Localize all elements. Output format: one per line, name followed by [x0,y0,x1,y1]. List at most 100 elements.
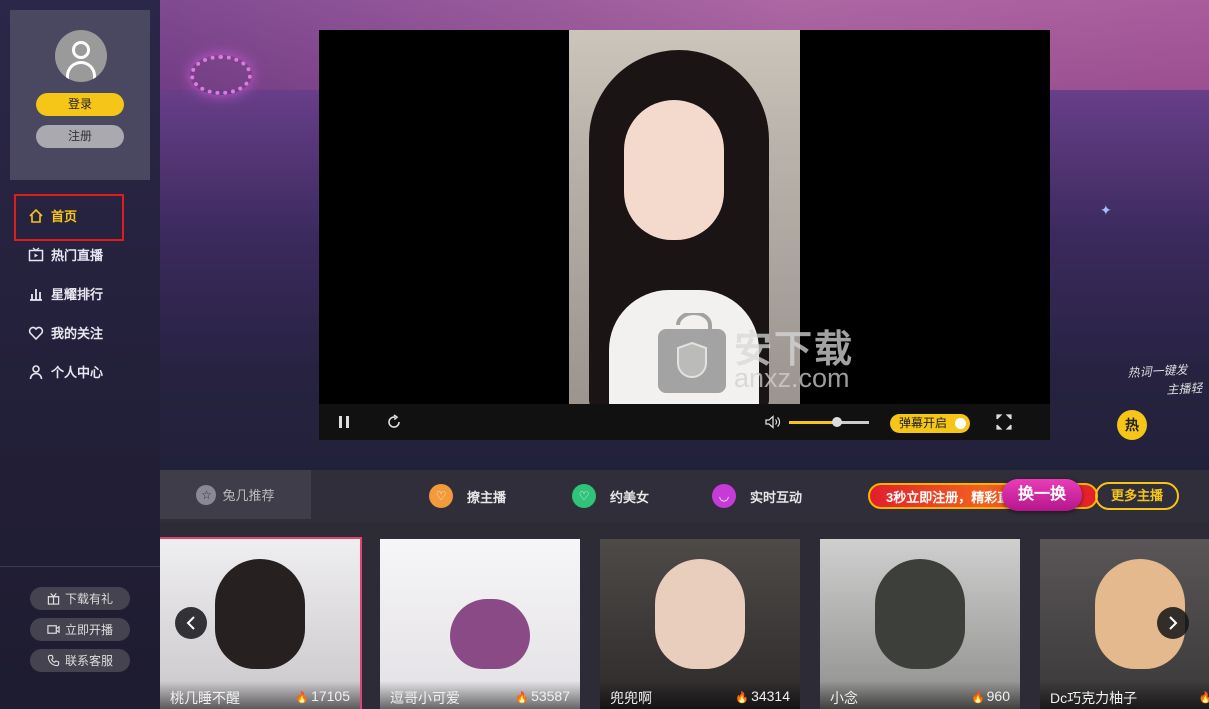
streamer-name: 兜兜啊 [610,690,652,706]
fire-icon: 🔥 [735,692,750,704]
sidebar-item-home[interactable]: 首页 [0,196,160,235]
shuffle-button[interactable]: 换一换 [1002,479,1082,511]
user-icon [29,364,43,379]
streamer-name: 逗哥小可爱 [390,690,460,706]
danmu-toggle[interactable]: 弹幕开启 [890,414,970,433]
pause-icon[interactable] [337,415,351,429]
avatar-head-shape [72,41,90,59]
card-caption: 小念 🔥 960 [820,681,1020,709]
viewer-count: 🔥 17105 [295,688,350,704]
sidebar-item-label: 热门直播 [51,248,104,263]
sidebar-item-label: 首页 [51,209,78,224]
streamer-name: 桃几睡不醒 [170,690,240,706]
watermark: 安下载 anxz.com [656,311,876,393]
streamer-name: Dc巧克力柚子 [1050,690,1138,706]
hero-banner: ✦ 弹幕开启 安下载 anxz.com 热词一键发 主播轻 热 [160,0,1209,470]
sidebar-item-label: 个人中心 [51,365,104,380]
category-interact[interactable]: ◡ 实时互动 [712,484,802,508]
card-caption: Dc巧克力柚子 🔥12 [1040,681,1209,709]
hot-note-line2: 主播轻 [1166,381,1203,397]
viewer-count-value: 17105 [311,688,350,704]
card-figure [655,559,745,669]
watermark-domain: anxz.com [734,363,850,393]
card-figure [875,559,965,669]
fire-icon: 🔥 [970,692,985,704]
home-icon [29,208,43,223]
avatar[interactable] [55,30,107,82]
chevron-left-icon [186,616,195,630]
sidebar-bottom: 下载有礼 立即开播 联系客服 [0,566,160,680]
decorative-ring [190,55,252,95]
star-icon: ☆ [196,484,217,505]
login-button[interactable]: 登录 [36,93,124,116]
next-arrow-button[interactable] [1157,607,1189,639]
phone-icon [47,654,60,667]
download-gift-label: 下载有礼 [64,592,113,606]
fire-icon: 🔥 [1198,692,1209,704]
card-caption: 逗哥小可爱 🔥 53587 [380,681,580,709]
sidebar-item-hot-live[interactable]: 热门直播 [0,235,160,274]
viewer-count-value: 53587 [531,688,570,704]
tab-recommend-label: 兔几推荐 [222,488,275,503]
contact-service-button[interactable]: 联系客服 [30,649,130,672]
start-live-label: 立即开播 [64,623,113,637]
streamer-card[interactable]: 逗哥小可爱 🔥 53587 [380,539,580,709]
fire-icon: 🔥 [295,692,310,704]
sidebar-item-label: 星耀排行 [51,287,104,302]
start-live-button[interactable]: 立即开播 [30,618,130,641]
sidebar-item-label: 我的关注 [51,326,104,341]
viewer-count: 🔥 960 [971,688,1010,704]
avatar-body-shape [66,61,96,82]
streamer-card[interactable]: 小念 🔥 960 [820,539,1020,709]
more-streamers-button[interactable]: 更多主播 [1095,482,1179,510]
volume-level [789,421,837,424]
category-flirt-label: 撩主播 [467,489,507,505]
sidebar-item-ranking[interactable]: 星耀排行 [0,274,160,313]
volume-slider[interactable] [789,417,869,427]
bar-chart-icon [30,288,42,301]
viewer-count-value: 34314 [751,688,790,704]
card-caption: 桃几睡不醒 🔥 17105 [160,681,360,709]
streamer-name: 小念 [830,690,858,706]
category-bar: ☆ 兔几推荐 ♡ 撩主播 ♡ 约美女 ◡ 实时互动 3秒立即注册，精彩直播不停 … [160,470,1209,522]
contact-service-label: 联系客服 [64,654,113,668]
user-panel: 登录 注册 [10,10,150,180]
download-gift-button[interactable]: 下载有礼 [30,587,130,610]
tab-recommend[interactable]: ☆ 兔几推荐 [160,470,311,519]
fullscreen-icon[interactable] [996,414,1012,430]
category-date-label: 约美女 [610,489,650,505]
hot-words-hint: 热词一键发 主播轻 [1127,360,1203,402]
sidebar: 登录 注册 首页 热门直播 星耀排行 我的关注 个人中心 下载有礼 立即开播 联… [0,0,160,709]
register-button[interactable]: 注册 [36,125,124,148]
chat-heart-icon: ♡ [429,484,453,508]
sidebar-nav: 首页 热门直播 星耀排行 我的关注 个人中心 [0,196,160,391]
sidebar-item-follow[interactable]: 我的关注 [0,313,160,352]
sidebar-item-profile[interactable]: 个人中心 [0,352,160,391]
viewer-count: 🔥 34314 [735,688,790,704]
heart-bubble-icon: ♡ [572,484,596,508]
volume-knob[interactable] [832,417,842,427]
viewer-count: 🔥 53587 [515,688,570,704]
tv-icon [28,247,44,261]
viewer-count-value: 960 [986,688,1010,704]
gift-icon [47,593,60,605]
chevron-right-icon [1169,616,1178,630]
toggle-knob [955,418,966,429]
sparkle-icon: ✦ [1100,202,1112,218]
streamer-card[interactable]: 兜兜啊 🔥 34314 [600,539,800,709]
card-caption: 兜兜啊 🔥 34314 [600,681,800,709]
category-date[interactable]: ♡ 约美女 [572,484,649,508]
streamer-list: 桃几睡不醒 🔥 17105 逗哥小可爱 🔥 53587 兜兜啊 🔥 34314 小念 … [160,522,1209,709]
viewer-count: 🔥12 [1199,688,1209,704]
lips-icon: ◡ [712,484,736,508]
refresh-icon[interactable] [386,414,402,430]
prev-arrow-button[interactable] [175,607,207,639]
video-streamer-face [624,100,724,240]
card-figure [450,599,530,669]
fire-icon: 🔥 [515,692,530,704]
volume-icon[interactable] [765,415,781,429]
category-interact-label: 实时互动 [750,489,803,505]
category-flirt[interactable]: ♡ 撩主播 [429,484,506,508]
hot-words-button[interactable]: 热 [1117,410,1147,440]
heart-icon [28,326,44,340]
